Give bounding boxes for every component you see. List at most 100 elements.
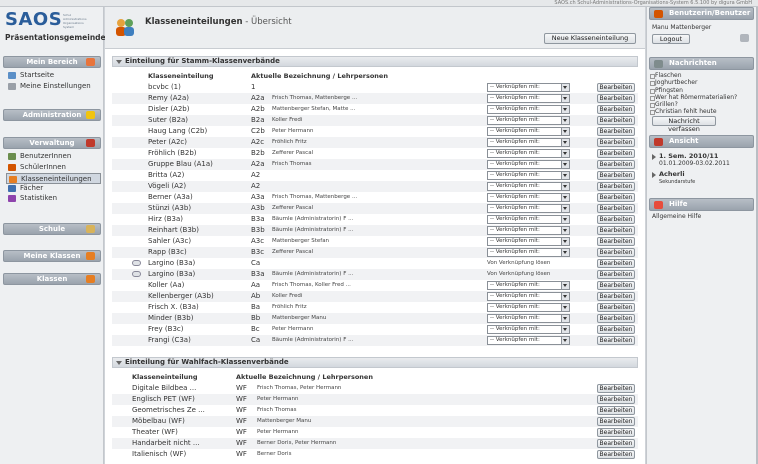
link-select[interactable]: -- Verknüpfen mit:	[487, 226, 570, 235]
mein-bereich-header[interactable]: Mein Bereich	[3, 56, 101, 68]
news-item[interactable]: Wer hat Römermaterialien?	[649, 94, 754, 102]
row-name: Stünzi (A3b)	[148, 204, 192, 212]
link-select[interactable]: -- Verknüpfen mit:	[487, 281, 570, 290]
link-select[interactable]: -- Verknüpfen mit:	[487, 127, 570, 136]
key-icon[interactable]	[740, 34, 749, 42]
edit-button[interactable]: Bearbeiten	[597, 160, 635, 169]
link-select[interactable]: -- Verknüpfen mit:	[487, 314, 570, 323]
link-select[interactable]: -- Verknüpfen mit:	[487, 303, 570, 312]
row-code: Bc	[251, 325, 260, 333]
nav-statistiken[interactable]: Statistiken	[6, 193, 101, 204]
edit-button[interactable]: Bearbeiten	[597, 292, 635, 301]
administration-header[interactable]: Administration	[3, 109, 101, 121]
edit-button[interactable]: Bearbeiten	[597, 259, 635, 268]
edit-button[interactable]: Bearbeiten	[597, 248, 635, 257]
nav-schuelerinnen[interactable]: SchülerInnen	[6, 162, 101, 173]
unlink-link[interactable]: Von Verknüpfung lösen	[487, 270, 587, 279]
link-select[interactable]: -- Verknüpfen mit:	[487, 336, 570, 345]
edit-button[interactable]: Bearbeiten	[597, 336, 635, 345]
edit-button[interactable]: Bearbeiten	[597, 94, 635, 103]
students-icon	[8, 163, 16, 171]
news-item[interactable]: Joghurtbecher	[649, 79, 754, 87]
link-select[interactable]: -- Verknüpfen mit:	[487, 149, 570, 158]
link-select[interactable]: -- Verknüpfen mit:	[487, 325, 570, 334]
news-item[interactable]: Flaschen	[649, 72, 754, 80]
row-persons: Frisch Thomas, Mattenberge ...	[272, 95, 358, 101]
link-select[interactable]: -- Verknüpfen mit:	[487, 83, 570, 92]
meine-klassen-header[interactable]: Meine Klassen	[3, 250, 101, 262]
new-klasseneinteilung-button[interactable]: Neue Klasseneinteilung	[544, 33, 636, 44]
edit-button[interactable]: Bearbeiten	[597, 237, 635, 246]
edit-button[interactable]: Bearbeiten	[597, 204, 635, 213]
edit-button[interactable]: Bearbeiten	[597, 450, 635, 459]
link-select[interactable]: -- Verknüpfen mit:	[487, 160, 570, 169]
edit-button[interactable]: Bearbeiten	[597, 314, 635, 323]
link-select[interactable]: -- Verknüpfen mit:	[487, 138, 570, 147]
edit-button[interactable]: Bearbeiten	[597, 193, 635, 202]
nav-faecher[interactable]: Fächer	[6, 183, 101, 194]
schule-header[interactable]: Schule	[3, 223, 101, 235]
edit-button[interactable]: Bearbeiten	[597, 149, 635, 158]
edit-button[interactable]: Bearbeiten	[597, 171, 635, 180]
main-content: Klasseneinteilungen - Übersicht Neue Kla…	[105, 7, 645, 464]
logout-button[interactable]: Logout	[652, 34, 690, 44]
edit-button[interactable]: Bearbeiten	[597, 417, 635, 426]
edit-button[interactable]: Bearbeiten	[597, 182, 635, 191]
edit-button[interactable]: Bearbeiten	[597, 406, 635, 415]
link-select[interactable]: -- Verknüpfen mit:	[487, 237, 570, 246]
semester-select[interactable]: 1. Sem. 2010/11 01.01.2009-03.02.2011	[649, 152, 754, 167]
write-message-button[interactable]: Nachricht verfassen	[652, 116, 716, 133]
user-header: Benutzerin/Benutzer	[649, 7, 754, 20]
news-item[interactable]: Pfingsten	[649, 87, 754, 94]
edit-button[interactable]: Bearbeiten	[597, 395, 635, 404]
link-select[interactable]: -- Verknüpfen mit:	[487, 292, 570, 301]
row-name: Möbelbau (WF)	[132, 417, 185, 425]
edit-button[interactable]: Bearbeiten	[597, 325, 635, 334]
chevron-down-icon	[561, 238, 569, 245]
edit-button[interactable]: Bearbeiten	[597, 127, 635, 136]
edit-button[interactable]: Bearbeiten	[597, 105, 635, 114]
wahlfach-section-header[interactable]: Einteilung für Wahlfach-Klassenverbände	[112, 357, 638, 368]
school-select[interactable]: Acherli Sekundarstufe	[649, 170, 754, 185]
edit-button[interactable]: Bearbeiten	[597, 281, 635, 290]
row-code: A3a	[251, 193, 265, 201]
link-select[interactable]: -- Verknüpfen mit:	[487, 171, 570, 180]
nav-startseite[interactable]: Startseite	[6, 70, 101, 81]
users-icon	[8, 153, 16, 160]
link-select[interactable]: -- Verknüpfen mit:	[487, 116, 570, 125]
edit-button[interactable]: Bearbeiten	[597, 138, 635, 147]
nav-benutzerinnen[interactable]: BenutzerInnen	[6, 151, 101, 162]
edit-button[interactable]: Bearbeiten	[597, 439, 635, 448]
logo[interactable]: SAOS Schul Administrations Organisations…	[3, 9, 106, 47]
edit-button[interactable]: Bearbeiten	[597, 428, 635, 437]
link-select[interactable]: -- Verknüpfen mit:	[487, 105, 570, 114]
edit-button[interactable]: Bearbeiten	[597, 384, 635, 393]
klassen-header[interactable]: Klassen	[3, 273, 101, 285]
stamm-section-header[interactable]: Einteilung für Stamm-Klassenverbände	[112, 56, 638, 67]
news-item[interactable]: Christian fehlt heute	[649, 108, 754, 116]
link-select[interactable]: -- Verknüpfen mit:	[487, 193, 570, 202]
edit-button[interactable]: Bearbeiten	[597, 83, 635, 92]
edit-button[interactable]: Bearbeiten	[597, 215, 635, 224]
link-select[interactable]: -- Verknüpfen mit:	[487, 182, 570, 191]
news-item[interactable]: Grillen?	[649, 101, 754, 109]
row-persons: Bäumle (Administratorin) F ...	[272, 337, 354, 343]
link-select[interactable]: -- Verknüpfen mit:	[487, 248, 570, 257]
edit-button[interactable]: Bearbeiten	[597, 226, 635, 235]
row-name: Sahler (A3c)	[148, 237, 192, 245]
select-value: -- Verknüpfen mit:	[490, 205, 540, 211]
verwaltung-header[interactable]: Verwaltung	[3, 137, 101, 149]
table-row: Largino (B3a) Ca Von Verknüpfung lösen Bear…	[112, 258, 638, 269]
edit-button[interactable]: Bearbeiten	[597, 116, 635, 125]
unlink-link[interactable]: Von Verknüpfung lösen	[487, 259, 587, 268]
help-link[interactable]: Allgemeine Hilfe	[649, 213, 754, 221]
row-name: Frangi (C3a)	[148, 336, 191, 344]
link-select[interactable]: -- Verknüpfen mit:	[487, 204, 570, 213]
link-select[interactable]: -- Verknüpfen mit:	[487, 215, 570, 224]
edit-button[interactable]: Bearbeiten	[597, 303, 635, 312]
row-code: B3a	[251, 215, 265, 223]
link-select[interactable]: -- Verknüpfen mit:	[487, 94, 570, 103]
edit-button[interactable]: Bearbeiten	[597, 270, 635, 279]
row-code: WF	[236, 406, 247, 414]
nav-meine-einstellungen[interactable]: Meine Einstellungen	[6, 81, 101, 92]
